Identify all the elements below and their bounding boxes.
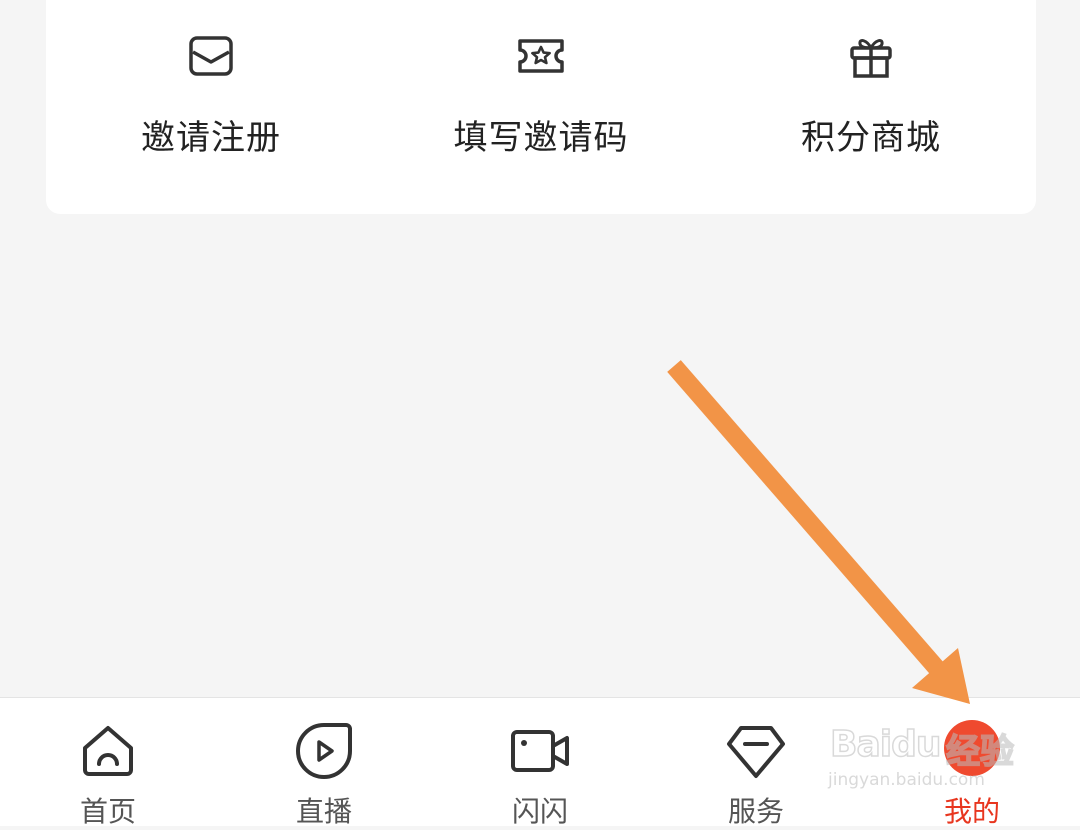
tab-home[interactable]: 首页 xyxy=(0,698,216,828)
play-icon xyxy=(293,720,355,782)
bottom-tab-bar: 首页 直播 闪闪 服务 我的 xyxy=(0,697,1080,828)
points-mall-label: 积分商城 xyxy=(801,118,941,158)
invite-register-button[interactable]: 邀请注册 xyxy=(46,0,376,214)
diamond-icon xyxy=(725,720,787,782)
envelope-icon xyxy=(185,30,237,82)
tab-live-label: 直播 xyxy=(295,795,352,828)
points-mall-button[interactable]: 积分商城 xyxy=(706,0,1036,214)
enter-invite-code-label: 填写邀请码 xyxy=(453,118,629,158)
tab-flash-label: 闪闪 xyxy=(511,795,568,828)
gift-icon xyxy=(845,30,897,82)
quick-actions-row: 邀请注册 填写邀请码 积分商城 xyxy=(46,0,1036,214)
ticket-star-icon xyxy=(515,30,567,82)
video-camera-icon xyxy=(509,720,571,782)
enter-invite-code-button[interactable]: 填写邀请码 xyxy=(376,0,706,214)
tab-mine[interactable]: 我的 xyxy=(864,698,1080,828)
tab-service[interactable]: 服务 xyxy=(648,698,864,828)
tab-flash[interactable]: 闪闪 xyxy=(432,698,648,828)
quick-actions-card: 邀请注册 填写邀请码 积分商城 xyxy=(46,0,1036,214)
tab-mine-label: 我的 xyxy=(943,795,1000,828)
tab-service-label: 服务 xyxy=(727,795,784,828)
tab-home-label: 首页 xyxy=(79,795,136,828)
home-icon xyxy=(77,720,139,782)
profile-icon xyxy=(944,720,1000,776)
tab-live[interactable]: 直播 xyxy=(216,698,432,828)
invite-register-label: 邀请注册 xyxy=(141,118,281,158)
